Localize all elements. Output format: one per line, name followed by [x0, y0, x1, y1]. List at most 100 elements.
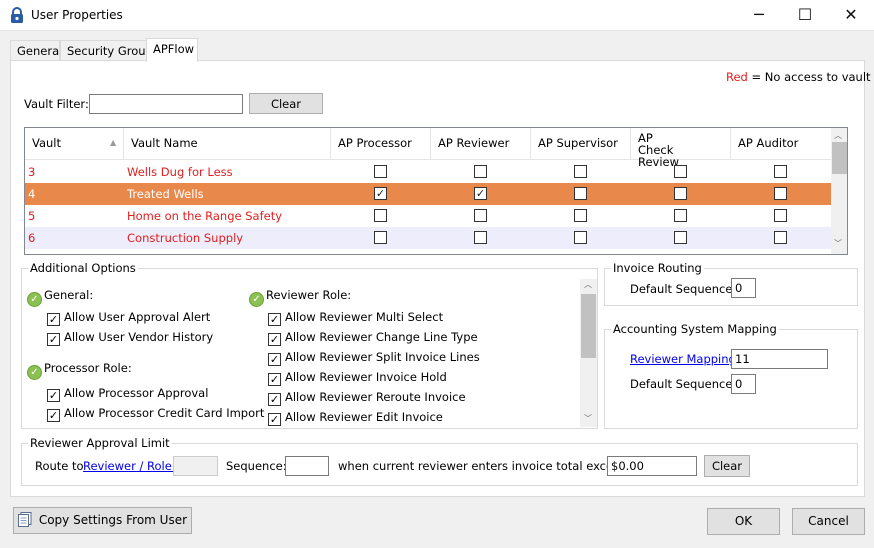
close-button[interactable]: ✕: [828, 0, 874, 31]
tab-apflow[interactable]: APFlow: [146, 38, 198, 62]
role-checkbox[interactable]: ✓: [474, 187, 487, 200]
table-row[interactable]: 5 Home on the Range Safety: [25, 205, 831, 227]
option-checkbox[interactable]: ✓: [47, 333, 60, 346]
approval-limit-clear-button[interactable]: Clear: [704, 455, 750, 477]
mapping-default-sequence-input[interactable]: [731, 374, 756, 394]
role-checkbox[interactable]: [574, 209, 587, 222]
role-checkbox[interactable]: [574, 165, 587, 178]
vault-filter-input[interactable]: [89, 94, 243, 114]
table-row[interactable]: 3 Wells Dug for Less: [25, 161, 831, 183]
maximize-button[interactable]: ☐: [782, 0, 828, 31]
routing-default-sequence-label: Default Sequence:: [630, 282, 737, 296]
col-ap-check-review[interactable]: AP Check Review: [631, 128, 731, 168]
sequence-input[interactable]: [285, 456, 329, 476]
option-checkbox-item[interactable]: ✓ Allow Reviewer Invoice Hold: [268, 370, 447, 386]
role-checkbox[interactable]: [474, 209, 487, 222]
tab-general[interactable]: General: [10, 40, 62, 61]
option-checkbox-item[interactable]: ✓ Allow Processor Credit Card Import: [47, 406, 264, 422]
col-ap-processor[interactable]: AP Processor: [331, 128, 431, 160]
option-checkbox[interactable]: ✓: [268, 313, 281, 326]
table-row[interactable]: 6 Construction Supply: [25, 227, 831, 249]
option-checkbox[interactable]: ✓: [268, 333, 281, 346]
ok-button[interactable]: OK: [707, 508, 780, 535]
option-checkbox-item[interactable]: ✓ Allow User Approval Alert: [47, 310, 210, 326]
option-checkbox-item[interactable]: ✓ Allow User Vendor History: [47, 330, 213, 346]
role-checkbox[interactable]: [474, 231, 487, 244]
col-ap-auditor[interactable]: AP Auditor: [731, 128, 831, 160]
sort-ascending-icon: ▲: [110, 138, 117, 147]
option-checkbox-item[interactable]: ✓ Allow Processor Approval: [47, 386, 208, 402]
role-checkbox[interactable]: [674, 231, 687, 244]
option-checkbox-item[interactable]: ✓ Allow Reviewer Edit Invoice: [268, 410, 443, 426]
role-checkbox[interactable]: [674, 187, 687, 200]
option-checkbox[interactable]: ✓: [47, 313, 60, 326]
options-scroll-thumb[interactable]: [581, 294, 596, 358]
role-checkbox[interactable]: ✓: [374, 187, 387, 200]
col-ap-supervisor[interactable]: AP Supervisor: [531, 128, 631, 160]
cancel-button[interactable]: Cancel: [792, 508, 865, 535]
options-scroll-down-icon[interactable]: ﹀: [584, 413, 592, 424]
vault-id-cell: 5: [28, 209, 36, 223]
reviewer-mapping-input[interactable]: [731, 349, 828, 369]
minimize-button[interactable]: ─: [736, 0, 782, 31]
role-checkbox[interactable]: [574, 187, 587, 200]
option-checkbox-item[interactable]: ✓ Allow Reviewer Split Invoice Lines: [268, 350, 480, 366]
copy-settings-button[interactable]: Copy Settings From User: [13, 507, 192, 534]
role-checkbox[interactable]: [774, 209, 787, 222]
option-checkbox[interactable]: ✓: [47, 389, 60, 402]
role-checkbox[interactable]: [674, 209, 687, 222]
access-legend: Red = No access to vault: [726, 70, 871, 84]
vault-name-cell: Wells Dug for Less: [127, 165, 233, 179]
role-checkbox[interactable]: [774, 187, 787, 200]
mapping-default-sequence-label: Default Sequence:: [630, 377, 737, 391]
additional-options-group: Additional Options ✓ General: ✓ Allow User …: [21, 261, 598, 429]
option-checkbox-item[interactable]: ✓ Allow Reviewer Reroute Invoice: [268, 390, 466, 406]
role-checkbox[interactable]: [374, 165, 387, 178]
check-circle-icon: ✓: [27, 365, 42, 380]
col-vault[interactable]: Vault ▲: [25, 128, 124, 160]
option-checkbox[interactable]: ✓: [47, 409, 60, 422]
reviewer-approval-limit-group: Reviewer Approval Limit Route to Reviewe…: [21, 436, 858, 486]
option-checkbox[interactable]: ✓: [268, 373, 281, 386]
option-checkbox-item[interactable]: ✓ Allow Reviewer Change Line Type: [268, 330, 478, 346]
approval-amount-input[interactable]: [607, 456, 697, 476]
options-scroll-up-icon[interactable]: ︿: [584, 279, 592, 290]
table-row[interactable]: 4 Treated Wells ✓ ✓: [25, 183, 831, 205]
window-title: User Properties: [31, 8, 123, 22]
role-checkbox[interactable]: [674, 165, 687, 178]
reviewer-role-link[interactable]: Reviewer / Role:: [83, 459, 176, 473]
option-checkbox[interactable]: ✓: [268, 393, 281, 406]
col-ap-reviewer[interactable]: AP Reviewer: [431, 128, 531, 160]
vault-filter-label: Vault Filter:: [24, 97, 89, 111]
options-scrollbar[interactable]: ︿ ﹀: [580, 279, 597, 427]
processor-section: ✓ Processor Role:: [27, 361, 132, 380]
option-checkbox[interactable]: ✓: [268, 353, 281, 366]
vault-filter-clear-button[interactable]: Clear: [249, 93, 323, 114]
col-vault-name[interactable]: Vault Name: [124, 128, 331, 160]
option-label: Allow Reviewer Change Line Type: [285, 330, 478, 344]
reviewer-mapping-link[interactable]: Reviewer Mapping:: [630, 352, 740, 366]
option-checkbox-item[interactable]: ✓ Allow Reviewer Multi Select: [268, 310, 443, 326]
grid-vertical-scrollbar[interactable]: ︿ ﹀: [831, 128, 847, 254]
role-checkbox[interactable]: [374, 231, 387, 244]
scroll-down-icon[interactable]: ﹀: [834, 238, 842, 249]
option-label: Allow Reviewer Reroute Invoice: [285, 390, 466, 404]
role-checkbox[interactable]: [574, 231, 587, 244]
check-circle-icon: ✓: [27, 292, 42, 307]
role-checkbox[interactable]: [774, 231, 787, 244]
reviewer-role-input[interactable]: [173, 456, 218, 476]
tab-security-groups[interactable]: Security Groups: [60, 40, 159, 61]
vault-name-cell: Treated Wells: [127, 187, 204, 201]
approval-limit-title: Reviewer Approval Limit: [28, 436, 172, 450]
scroll-thumb[interactable]: [832, 142, 847, 174]
vault-name-cell: Home on the Range Safety: [127, 209, 283, 223]
role-checkbox[interactable]: [474, 165, 487, 178]
scroll-up-icon[interactable]: ︿: [834, 130, 842, 141]
option-label: Allow Reviewer Invoice Hold: [285, 370, 447, 384]
role-checkbox[interactable]: [374, 209, 387, 222]
vault-name-cell: Construction Supply: [127, 231, 244, 245]
routing-default-sequence-input[interactable]: [731, 278, 756, 298]
option-checkbox[interactable]: ✓: [268, 413, 281, 426]
role-checkbox[interactable]: [774, 165, 787, 178]
invoice-routing-title: Invoice Routing: [611, 261, 704, 275]
